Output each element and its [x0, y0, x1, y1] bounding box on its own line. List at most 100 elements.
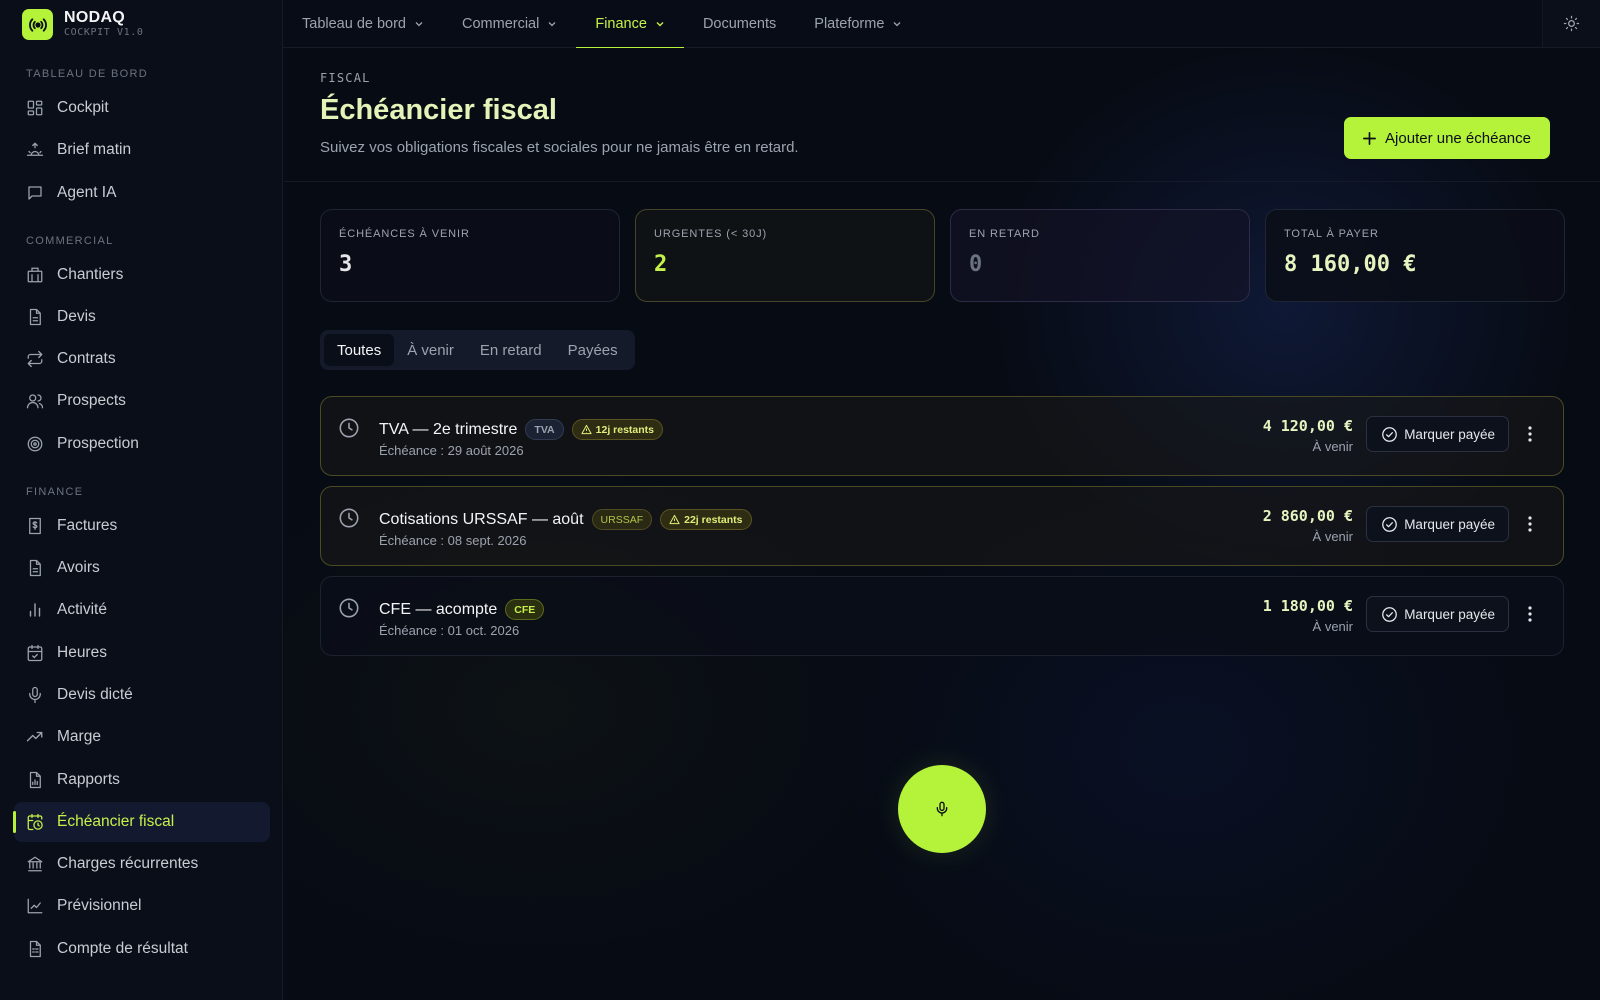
- sidebar: NODAQ COCKPIT V1.0 TABLEAU DE BORD Cockp…: [0, 0, 283, 1000]
- stat-value: 8 160,00 €: [1284, 252, 1417, 277]
- kebab-menu-icon: [1528, 426, 1532, 442]
- deadline-status: À venir: [1312, 619, 1353, 634]
- sidebar-item-label: Marge: [57, 728, 101, 746]
- filter-all[interactable]: Toutes: [324, 334, 395, 366]
- sidebar-item-activite[interactable]: Activité: [14, 590, 270, 630]
- kebab-menu-icon: [1528, 606, 1532, 622]
- invoice-icon: [29, 517, 41, 534]
- sidebar-item-compte-resultat[interactable]: Compte de résultat: [14, 929, 270, 969]
- sidebar-item-prospects[interactable]: Prospects: [14, 381, 270, 421]
- tab-label: Tableau de bord: [302, 16, 406, 32]
- check-circle-icon: [1382, 516, 1398, 532]
- sidebar-item-cockpit[interactable]: Cockpit: [14, 88, 270, 128]
- sidebar-item-rapports[interactable]: Rapports: [14, 760, 270, 800]
- tab-label: Plateforme: [814, 16, 885, 32]
- sidebar-item-label: Factures: [57, 516, 118, 534]
- warning-icon: [669, 514, 680, 525]
- bar-chart-icon: [29, 603, 41, 618]
- stats-cards: ÉCHÉANCES À VENIR 3 URGENTES (< 30J) 2 E…: [320, 209, 1565, 302]
- tab-plateforme[interactable]: Plateforme: [795, 0, 921, 48]
- tab-tableau-de-bord[interactable]: Tableau de bord: [283, 0, 443, 48]
- sidebar-item-label: Prévisionnel: [57, 897, 142, 915]
- deadline-amount: 4 120,00 €: [1262, 417, 1353, 435]
- stat-label: EN RETARD: [969, 228, 1040, 240]
- deadline-row[interactable]: CFE — acompte CFE Échéance : 01 oct. 202…: [320, 576, 1564, 656]
- brand[interactable]: NODAQ COCKPIT V1.0: [22, 9, 143, 40]
- bank-icon: [27, 856, 43, 872]
- stat-card-upcoming: ÉCHÉANCES À VENIR 3: [320, 209, 620, 302]
- sunrise-icon: [26, 142, 44, 157]
- mark-paid-button[interactable]: Marquer payée: [1366, 596, 1509, 632]
- filter-upcoming[interactable]: À venir: [394, 334, 467, 366]
- main-content: FISCAL Échéancier fiscal Suivez vos obli…: [284, 48, 1600, 1000]
- sidebar-item-prospection[interactable]: Prospection: [14, 424, 270, 464]
- sidebar-item-contrats[interactable]: Contrats: [14, 339, 270, 379]
- sidebar-item-avoirs[interactable]: Avoirs: [14, 548, 270, 588]
- stat-card-late: EN RETARD 0: [950, 209, 1250, 302]
- page-header: FISCAL Échéancier fiscal Suivez vos obli…: [284, 48, 1600, 182]
- sun-icon: [1563, 15, 1580, 32]
- add-deadline-button[interactable]: Ajouter une échéance: [1344, 117, 1550, 159]
- mark-paid-button[interactable]: Marquer payée: [1366, 506, 1509, 542]
- sidebar-item-label: Brief matin: [57, 141, 132, 159]
- ledger-icon: [29, 940, 41, 957]
- sidebar-item-label: Compte de résultat: [57, 939, 188, 957]
- sidebar-item-marge[interactable]: Marge: [14, 717, 270, 757]
- add-deadline-label: Ajouter une échéance: [1385, 129, 1531, 147]
- deadline-date: Échéance : 08 sept. 2026: [379, 533, 527, 548]
- tab-finance[interactable]: Finance: [576, 0, 684, 49]
- brand-subtitle: COCKPIT V1.0: [64, 27, 144, 38]
- urgency-label: 22j restants: [684, 513, 743, 526]
- sidebar-item-label: Rapports: [57, 770, 120, 788]
- tab-commercial[interactable]: Commercial: [443, 0, 576, 48]
- status-filter-tabs: Toutes À venir En retard Payées: [320, 330, 635, 370]
- warning-icon: [581, 424, 592, 435]
- sidebar-item-label: Échéancier fiscal: [57, 812, 175, 830]
- sidebar-item-label: Chantiers: [57, 265, 124, 283]
- file-icon: [29, 308, 41, 326]
- repeat-icon: [27, 351, 43, 368]
- sidebar-nav: TABLEAU DE BORD Cockpit Brief matin Agen…: [13, 60, 270, 971]
- sidebar-item-label: Charges récurrentes: [57, 855, 199, 873]
- mark-paid-button[interactable]: Marquer payée: [1366, 416, 1509, 452]
- tab-label: Commercial: [462, 16, 540, 32]
- sidebar-item-factures[interactable]: Factures: [14, 506, 270, 546]
- urgency-badge: 12j restants: [571, 419, 664, 440]
- filter-paid[interactable]: Payées: [555, 334, 631, 366]
- sidebar-item-label: Heures: [57, 643, 107, 661]
- file-icon: [29, 559, 41, 577]
- line-chart-icon: [27, 899, 43, 914]
- users-icon: [26, 394, 44, 409]
- more-options-button[interactable]: [1521, 514, 1539, 534]
- sidebar-item-agent-ia[interactable]: Agent IA: [14, 173, 270, 213]
- sidebar-item-devis-dicte[interactable]: Devis dicté: [14, 675, 270, 715]
- building-icon: [27, 267, 43, 282]
- filter-late[interactable]: En retard: [467, 334, 555, 366]
- deadline-date: Échéance : 01 oct. 2026: [379, 623, 520, 638]
- sidebar-item-label: Activité: [57, 601, 107, 619]
- more-options-button[interactable]: [1521, 604, 1539, 624]
- section-title-commercial: COMMERCIAL: [26, 234, 114, 247]
- theme-toggle-button[interactable]: [1542, 0, 1600, 47]
- sidebar-item-previsionnel[interactable]: Prévisionnel: [14, 886, 270, 926]
- tab-documents[interactable]: Documents: [684, 0, 795, 48]
- deadline-title: CFE — acompte: [379, 600, 498, 618]
- mark-paid-label: Marquer payée: [1404, 516, 1495, 532]
- calendar-clock-icon: [27, 813, 43, 830]
- sidebar-item-charges-recurrentes[interactable]: Charges récurrentes: [14, 844, 270, 884]
- sidebar-item-heures[interactable]: Heures: [14, 633, 270, 673]
- urgency-badge: 22j restants: [660, 509, 752, 530]
- sidebar-item-brief[interactable]: Brief matin: [14, 130, 270, 170]
- voice-dictation-button[interactable]: [898, 765, 986, 853]
- sidebar-item-chantiers[interactable]: Chantiers: [14, 255, 270, 295]
- deadline-row[interactable]: TVA — 2e trimestre TVA 12j restants Éché…: [320, 396, 1564, 476]
- section-title-finance: FINANCE: [26, 485, 84, 498]
- more-options-button[interactable]: [1521, 424, 1539, 444]
- sidebar-item-devis[interactable]: Devis: [14, 297, 270, 337]
- plus-icon: [1363, 131, 1377, 145]
- tax-type-badge: URSSAF: [591, 509, 653, 530]
- deadline-amount: 1 180,00 €: [1262, 597, 1353, 615]
- chevron-down-icon: [548, 22, 556, 27]
- sidebar-item-echeancier-fiscal[interactable]: Échéancier fiscal: [13, 801, 270, 842]
- deadline-row[interactable]: Cotisations URSSAF — août URSSAF 22j res…: [320, 486, 1564, 566]
